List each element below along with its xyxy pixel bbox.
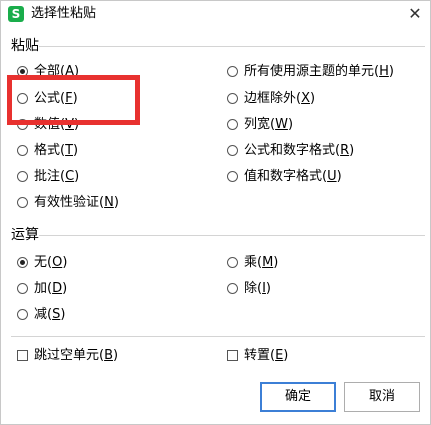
label-validation: 有效性验证( <box>34 195 105 210</box>
highlight-annotation-box <box>7 75 140 125</box>
label-none: 无( <box>34 255 53 270</box>
radio-multiply[interactable] <box>227 256 238 268</box>
operation-section-divider <box>39 235 425 236</box>
label-values-number-formats-suffix: ) <box>336 169 342 184</box>
wps-app-icon: S <box>8 6 24 22</box>
operation-option-subtract[interactable]: 减(S) <box>17 305 65 325</box>
label-multiply-suffix: ) <box>273 255 279 270</box>
paste-option-except-borders[interactable]: 边框除外(X) <box>227 89 315 109</box>
radio-subtract[interactable] <box>17 308 28 320</box>
label-skip-blanks-suffix: ) <box>113 348 119 363</box>
label-subtract: 减( <box>34 307 53 322</box>
label-add: 加( <box>34 281 53 296</box>
accel-validation: N <box>104 195 114 210</box>
skip-blanks-option[interactable]: 跳过空单元(B) <box>17 346 118 366</box>
radio-comments[interactable] <box>17 170 28 182</box>
label-comments: 批注( <box>34 169 66 184</box>
paste-option-comments[interactable]: 批注(C) <box>17 167 79 187</box>
label-column-widths-suffix: ) <box>287 117 294 132</box>
label-divide: 除( <box>244 281 263 296</box>
label-skip-blanks: 跳过空单元( <box>34 348 105 363</box>
accel-multiply: M <box>262 255 274 270</box>
label-formats-suffix: ) <box>73 143 79 158</box>
dialog-title: 选择性粘贴 <box>31 6 97 21</box>
accel-formulas-number-formats: R <box>340 143 350 158</box>
label-subtract-suffix: ) <box>60 307 66 322</box>
checkbox-skip-blanks[interactable] <box>17 349 28 361</box>
radio-column-widths[interactable] <box>227 118 238 130</box>
operation-option-multiply[interactable]: 乘(M) <box>227 253 278 273</box>
accel-except-borders: X <box>301 91 310 106</box>
label-column-widths: 列宽( <box>244 117 276 132</box>
label-source-theme-suffix: ) <box>388 64 394 79</box>
accel-none: O <box>52 255 63 270</box>
paste-option-formulas-number-formats[interactable]: 公式和数字格式(R) <box>227 141 354 161</box>
accel-source-theme: H <box>379 64 389 79</box>
paste-option-column-widths[interactable]: 列宽(W) <box>227 115 293 135</box>
paste-option-validation[interactable]: 有效性验证(N) <box>17 193 119 213</box>
label-except-borders: 边框除外( <box>244 91 302 106</box>
label-none-suffix: ) <box>62 255 68 270</box>
label-transpose: 转置( <box>244 348 276 363</box>
radio-validation[interactable] <box>17 196 28 208</box>
accel-values-number-formats: U <box>327 169 337 184</box>
label-values-number-formats: 值和数字格式( <box>244 169 328 184</box>
paste-special-dialog: S 选择性粘贴 ✕ 粘贴 全部(A) 公式(F) 数值(V) 格式(T) 批注(… <box>0 0 431 425</box>
label-source-theme: 所有使用源主题的单元( <box>244 64 380 79</box>
label-formulas-number-formats: 公式和数字格式( <box>244 143 341 158</box>
radio-none[interactable] <box>17 256 28 268</box>
radio-except-borders[interactable] <box>227 92 238 104</box>
cancel-button[interactable]: 取消 <box>344 382 420 412</box>
close-icon[interactable]: ✕ <box>405 4 425 24</box>
radio-divide[interactable] <box>227 282 238 294</box>
radio-source-theme[interactable] <box>227 65 238 77</box>
operation-option-none[interactable]: 无(O) <box>17 253 67 273</box>
label-formulas-number-formats-suffix: ) <box>349 143 355 158</box>
radio-add[interactable] <box>17 282 28 294</box>
label-add-suffix: ) <box>62 281 68 296</box>
label-transpose-suffix: ) <box>283 348 289 363</box>
bottom-divider <box>11 336 425 337</box>
paste-option-source-theme[interactable]: 所有使用源主题的单元(H) <box>227 62 394 82</box>
paste-section-label: 粘贴 <box>11 38 39 54</box>
paste-option-values-number-formats[interactable]: 值和数字格式(U) <box>227 167 342 187</box>
accel-formats: T <box>65 143 74 158</box>
label-validation-suffix: ) <box>113 195 119 210</box>
checkbox-transpose[interactable] <box>227 349 238 361</box>
label-comments-suffix: ) <box>74 169 80 184</box>
accel-add: D <box>52 281 63 296</box>
label-multiply: 乘( <box>244 255 263 270</box>
paste-section-divider <box>39 46 425 47</box>
transpose-option[interactable]: 转置(E) <box>227 346 288 366</box>
radio-formulas-number-formats[interactable] <box>227 144 238 156</box>
operation-option-divide[interactable]: 除(I) <box>227 279 271 299</box>
paste-option-formats[interactable]: 格式(T) <box>17 141 78 161</box>
title-bar: S 选择性粘贴 ✕ <box>1 1 430 27</box>
label-divide-suffix: ) <box>265 281 271 296</box>
label-formats: 格式( <box>34 143 66 158</box>
accel-column-widths: W <box>275 117 288 132</box>
radio-formats[interactable] <box>17 144 28 156</box>
label-except-borders-suffix: ) <box>309 91 316 106</box>
ok-button[interactable]: 确定 <box>260 382 336 412</box>
operation-section-label: 运算 <box>11 227 39 243</box>
accel-comments: C <box>65 169 75 184</box>
radio-values-number-formats[interactable] <box>227 170 238 182</box>
accel-skip-blanks: B <box>104 348 113 363</box>
operation-option-add[interactable]: 加(D) <box>17 279 67 299</box>
